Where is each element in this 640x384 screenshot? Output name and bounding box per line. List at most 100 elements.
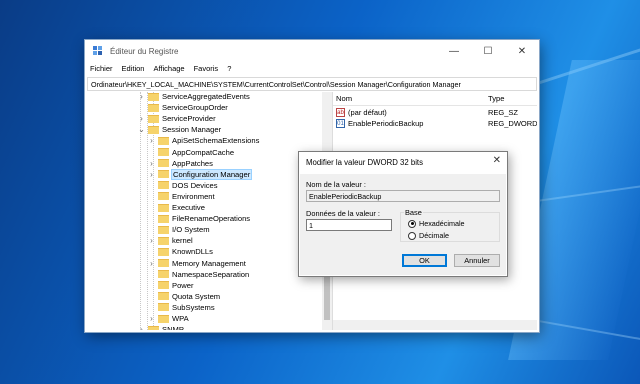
folder-icon [158, 247, 169, 256]
value-data-label: Données de la valeur : [306, 209, 380, 218]
tree-node[interactable]: › WPA [147, 313, 189, 324]
menu-help[interactable]: ? [227, 64, 231, 73]
folder-icon [158, 303, 169, 312]
tree-node[interactable]: › ServiceAggregatedEvents [137, 92, 250, 102]
tree-node[interactable]: FileRenameOperations [147, 213, 250, 224]
tree-node[interactable]: Quota System [147, 291, 220, 302]
menu-fichier[interactable]: Fichier [90, 64, 113, 73]
expand-chevron-icon[interactable]: › [147, 159, 156, 168]
window-title: Éditeur du Registre [110, 46, 179, 56]
expand-chevron-icon[interactable]: › [147, 314, 156, 323]
registry-tree[interactable]: › ServiceAggregatedEvents ServiceGroupOrde… [87, 92, 333, 330]
tree-node[interactable]: KnownDLLs [147, 246, 213, 257]
tree-node[interactable]: DOS Devices [147, 180, 218, 191]
tree-node-label: ServiceGroupOrder [162, 103, 228, 113]
tree-node[interactable]: Power [147, 280, 194, 291]
expand-chevron-icon[interactable]: ⌄ [137, 125, 146, 134]
value-type: REG_DWORD [488, 119, 537, 128]
minimize-button[interactable]: — [437, 40, 471, 62]
menu-affichage[interactable]: Affichage [153, 64, 184, 73]
expand-chevron-icon[interactable]: › [147, 136, 156, 145]
tree-node-label: Environment [172, 191, 215, 201]
folder-icon [158, 270, 169, 279]
tree-node[interactable]: › kernel [147, 235, 193, 246]
expand-chevron-icon[interactable]: › [137, 114, 146, 123]
tree-node-label: WPA [172, 314, 189, 323]
tree-node-label: I/O System [172, 225, 210, 235]
tree-node[interactable]: › SNMP [137, 324, 184, 330]
tree-node[interactable]: NamespaceSeparation [147, 269, 249, 280]
expand-chevron-icon[interactable]: › [137, 92, 146, 101]
folder-icon [158, 148, 169, 156]
value-name-label: Nom de la valeur : [306, 180, 366, 189]
tree-node[interactable]: › ServiceProvider [137, 113, 215, 124]
radio-decimal[interactable]: Décimale [408, 231, 449, 240]
menu-edition[interactable]: Edition [122, 64, 145, 73]
dword-value-icon: 01 [336, 119, 345, 128]
address-bar[interactable]: Ordinateur\HKEY_LOCAL_MACHINE\SYSTEM\Cur… [87, 77, 537, 91]
radio-hexadecimal[interactable]: Hexadécimale [408, 219, 465, 228]
value-name: EnablePeriodicBackup [348, 119, 424, 128]
values-horizontal-scrollbar[interactable] [333, 320, 537, 330]
radio-unchecked-icon [408, 231, 416, 240]
expand-chevron-icon[interactable]: › [147, 259, 156, 268]
value-row[interactable]: 01 EnablePeriodicBackup REG_DWORD [336, 118, 537, 129]
folder-icon [158, 170, 169, 179]
folder-icon [158, 159, 169, 168]
folder-icon [148, 92, 159, 101]
folder-icon [158, 281, 169, 290]
cancel-button[interactable]: Annuler [454, 254, 500, 267]
tree-node[interactable]: I/O System [147, 224, 210, 235]
tree-node[interactable]: Executive [147, 202, 205, 213]
expand-chevron-icon[interactable]: › [137, 325, 146, 330]
folder-icon [148, 103, 159, 112]
tree-node[interactable]: › AppPatches [147, 158, 213, 169]
ok-button[interactable]: OK [402, 254, 447, 267]
tree-node[interactable]: › Memory Management [147, 258, 246, 269]
dialog-body: Nom de la valeur : EnablePeriodicBackup … [300, 174, 506, 275]
radio-checked-icon [408, 219, 416, 228]
close-button[interactable]: ✕ [505, 40, 539, 62]
tree-node-label: AppCompatCache [172, 147, 235, 157]
tree-node[interactable]: ServiceGroupOrder [137, 102, 228, 113]
value-name: (par défaut) [348, 108, 387, 117]
tree-node-label: FileRenameOperations [172, 214, 251, 224]
base-group-label: Base [404, 208, 423, 217]
expand-chevron-icon[interactable]: › [147, 236, 156, 245]
edit-dword-dialog: Modifier la valeur DWORD 32 bits ✕ Nom d… [298, 151, 508, 277]
value-data-input[interactable]: 1 [306, 219, 392, 231]
folder-icon [158, 225, 169, 234]
tree-node[interactable]: ⌄ Session Manager [137, 124, 221, 135]
value-type: REG_SZ [488, 108, 519, 117]
folder-icon [158, 181, 169, 190]
title-bar[interactable]: Éditeur du Registre — ☐ ✕ [85, 40, 539, 62]
tree-node[interactable]: › ApiSetSchemaExtensions [147, 135, 259, 146]
tree-node-label: kernel [172, 236, 193, 246]
value-name-field: EnablePeriodicBackup [306, 190, 500, 202]
tree-node-label: Executive [172, 203, 205, 212]
folder-icon [158, 292, 169, 301]
radio-hexadecimal-label: Hexadécimale [419, 219, 465, 228]
folder-icon [148, 125, 159, 134]
maximize-button[interactable]: ☐ [471, 40, 505, 62]
tree-node-label: Configuration Manager [170, 168, 253, 180]
value-row[interactable]: ab (par défaut) REG_SZ [336, 107, 518, 118]
menu-favoris[interactable]: Favoris [194, 64, 219, 73]
tree-node[interactable]: SubSystems [147, 302, 215, 313]
tree-node[interactable]: AppCompatCache [147, 147, 234, 158]
tree-node[interactable]: › Configuration Manager [147, 168, 253, 180]
menu-bar: Fichier Edition Affichage Favoris ? [85, 62, 539, 75]
tree-node[interactable]: Environment [147, 191, 215, 202]
folder-icon [158, 192, 169, 201]
tree-node-label: SubSystems [172, 302, 215, 312]
tree-node-label: DOS Devices [172, 180, 218, 190]
column-type-header[interactable]: Type [488, 94, 504, 103]
tree-node-label: ApiSetSchemaExtensions [172, 136, 260, 146]
folder-icon [158, 314, 169, 323]
tree-node-label: Memory Management [172, 258, 246, 268]
tree-node-label: ServiceAggregatedEvents [162, 92, 250, 101]
column-name-header[interactable]: Nom [336, 94, 352, 103]
dialog-close-button[interactable]: ✕ [493, 155, 501, 166]
values-header: Nom Type [333, 92, 537, 106]
expand-chevron-icon[interactable]: › [147, 170, 156, 179]
